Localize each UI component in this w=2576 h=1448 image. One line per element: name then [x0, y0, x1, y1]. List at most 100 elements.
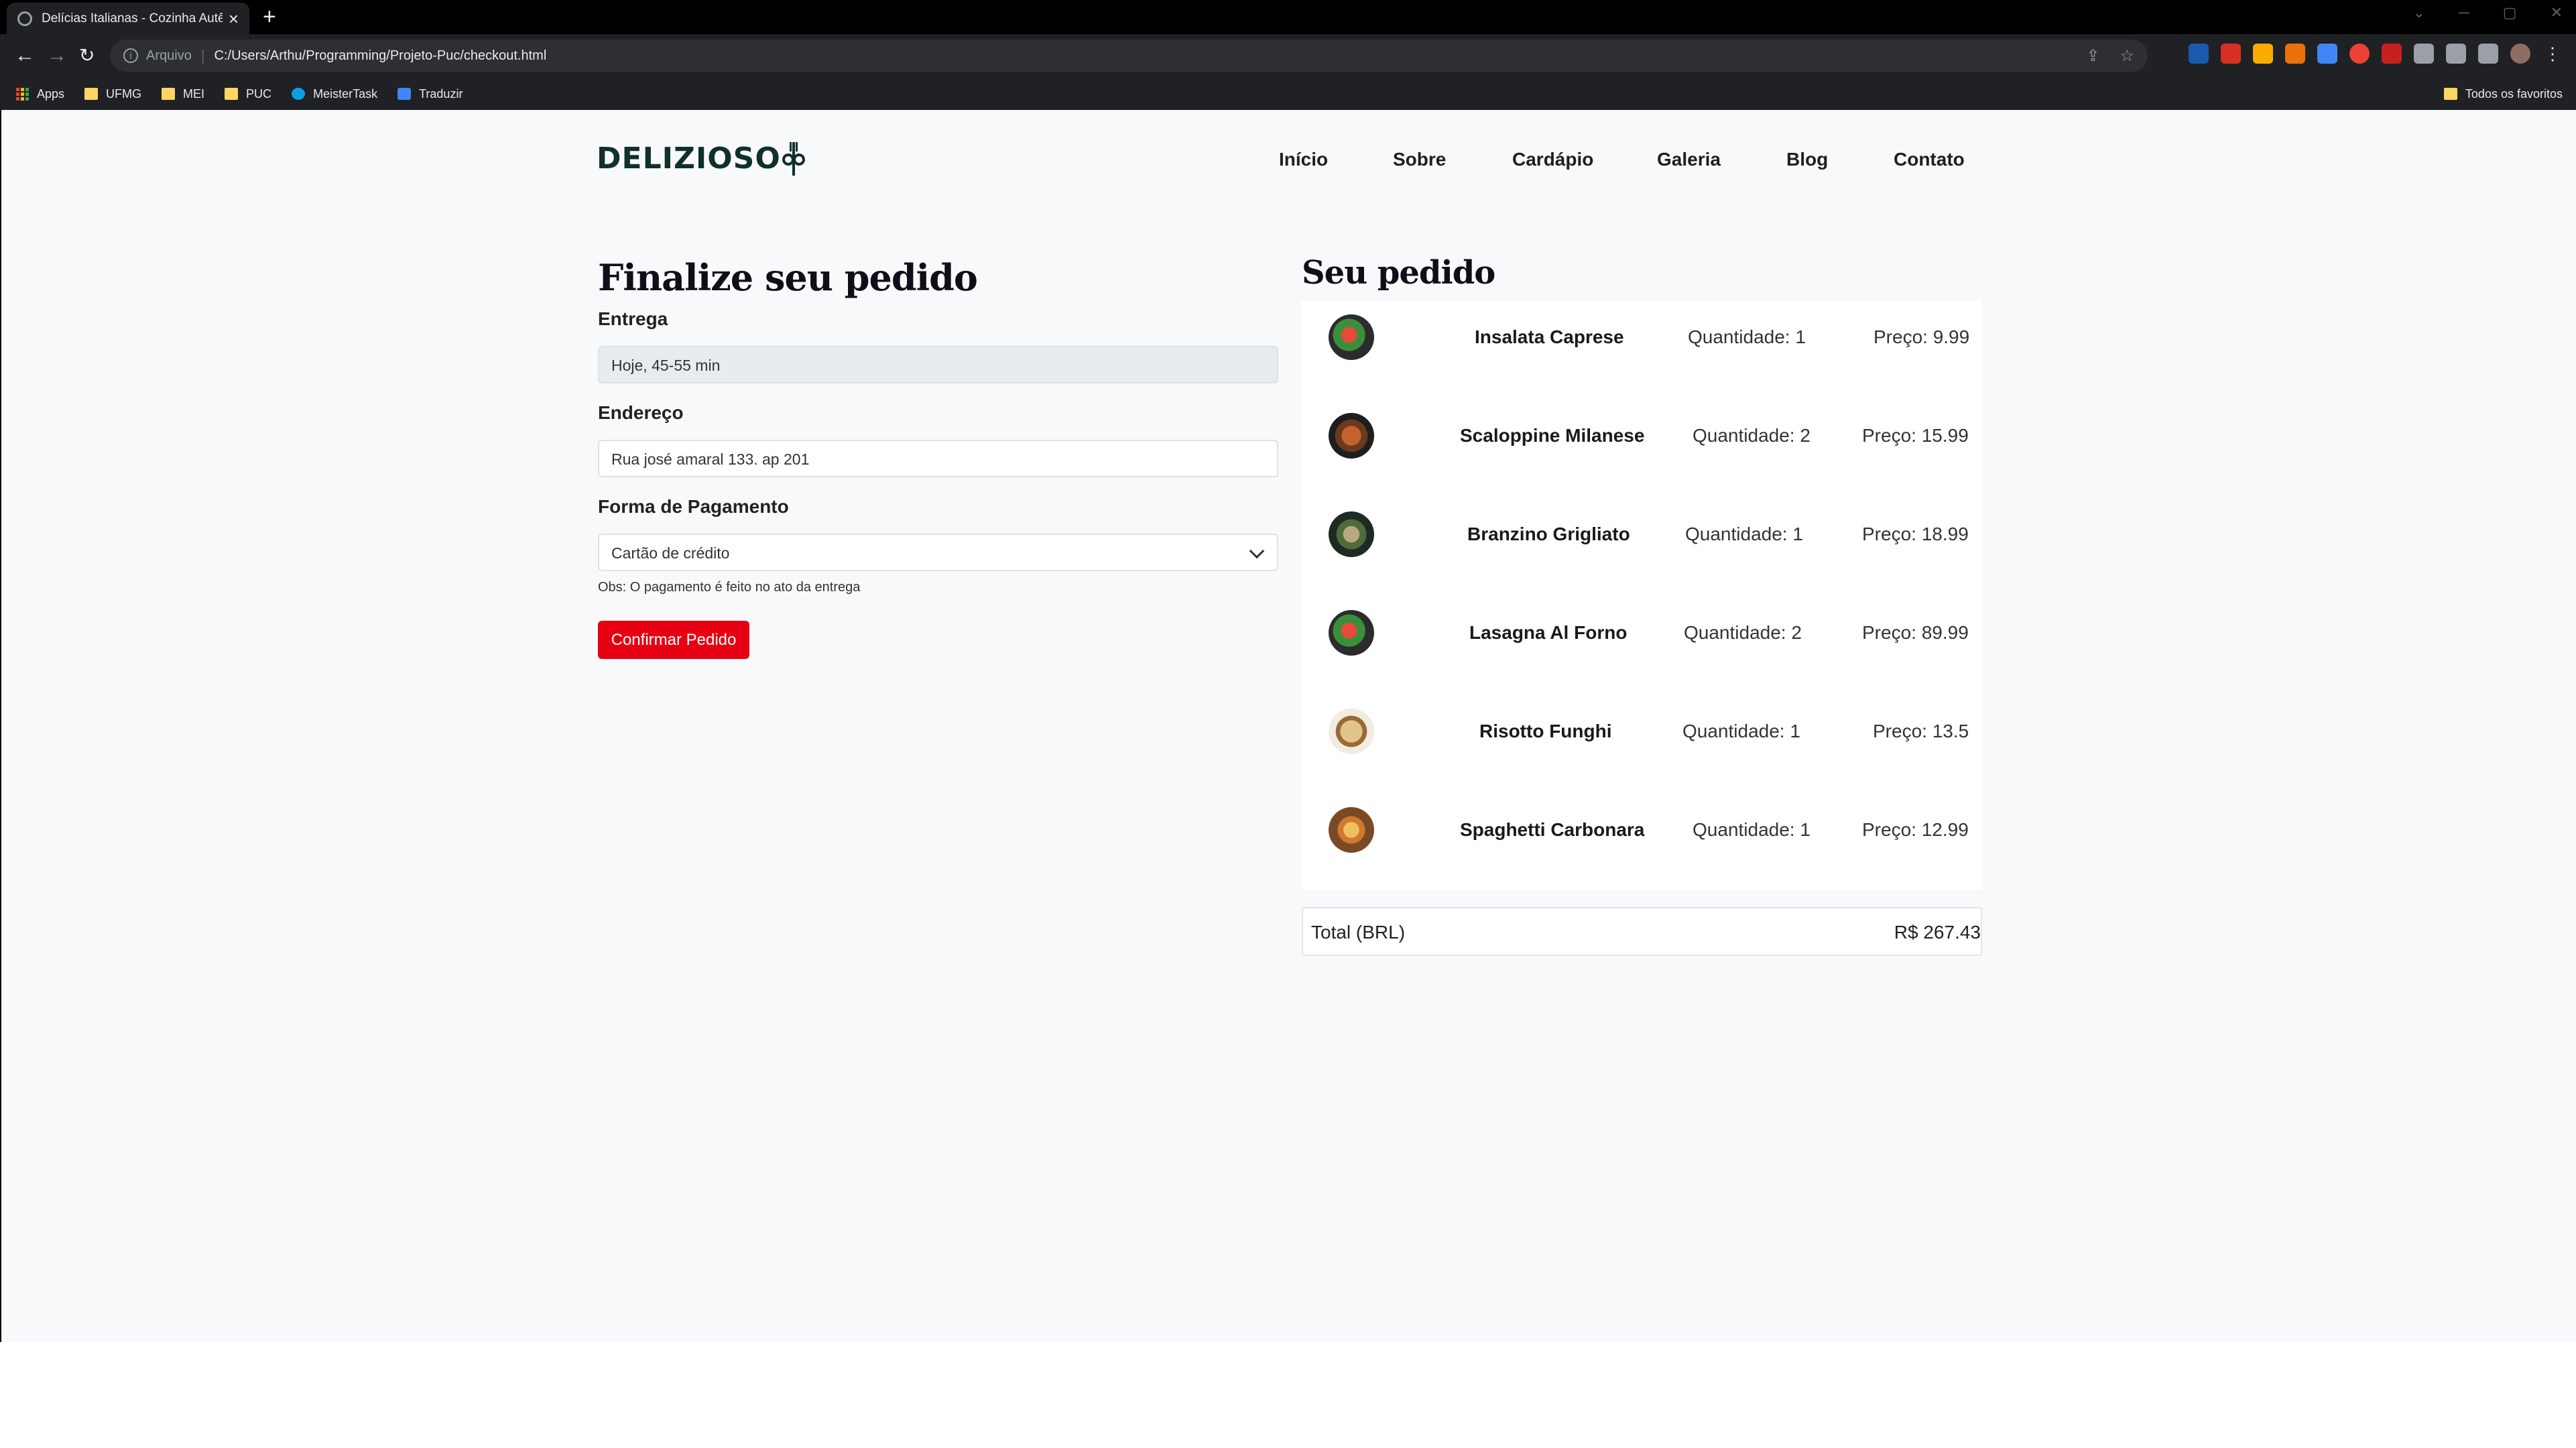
close-window-icon[interactable]: ✕ [2551, 4, 2563, 21]
address-field[interactable]: Rua josé amaral 133. ap 201 [598, 440, 1278, 477]
checkout-title: Finalize seu pedido [598, 256, 978, 299]
nav-contato[interactable]: Contato [1894, 149, 1965, 170]
payment-label: Forma de Pagamento [598, 496, 789, 517]
folder-icon [225, 88, 239, 100]
dish-image [1329, 314, 1374, 360]
page-viewport: DELIZIOSO Início Sobre Cardápio Galeria … [1, 110, 2576, 1445]
tab-title: Delícias Italianas - Cozinha Autê [42, 11, 223, 25]
translate-icon [397, 88, 412, 100]
list-item: Spaghetti Carbonara Quantidade: 1 Preço:… [1302, 794, 1982, 861]
payment-value: Cartão de crédito [611, 544, 730, 562]
extension-icon[interactable] [2382, 44, 2402, 64]
tab-search-icon[interactable]: ⌄ [2413, 4, 2425, 21]
dish-name: Risotto Funghi [1479, 721, 1612, 741]
menu-icon[interactable]: ⋮ [2542, 44, 2563, 64]
all-bookmarks-label: Todos os favoritos [2465, 86, 2563, 101]
url-text[interactable]: C:/Users/Arthu/Programming/Projeto-Puc/c… [214, 48, 547, 64]
payment-select[interactable]: Cartão de crédito [598, 534, 1278, 571]
list-item: Scaloppine Milanese Quantidade: 2 Preço:… [1302, 400, 1982, 467]
nav-blog[interactable]: Blog [1786, 149, 1828, 170]
new-tab-icon[interactable]: + [263, 5, 276, 28]
browser-toolbar: ← → ↻ i Arquivo | C:/Users/Arthu/Program… [0, 34, 2576, 78]
list-item: Insalata Caprese Quantidade: 1 Preço: 9.… [1302, 301, 1982, 368]
bookmark-puc[interactable]: PUC [225, 87, 271, 101]
dish-name: Scaloppine Milanese [1460, 425, 1645, 446]
dish-quantity: Quantidade: 1 [1693, 819, 1811, 840]
info-icon[interactable]: i [123, 48, 138, 63]
fork-logo-icon [782, 142, 805, 176]
bookmark-label: UFMG [106, 86, 142, 101]
list-item: Branzino Grigliato Quantidade: 1 Preço: … [1302, 498, 1982, 565]
dish-image [1329, 511, 1374, 557]
bookmark-apps[interactable]: Apps [16, 87, 64, 101]
dish-quantity: Quantidade: 1 [1685, 524, 1803, 544]
folder-icon [84, 88, 99, 100]
extension-icon[interactable] [2317, 44, 2337, 64]
all-bookmarks[interactable]: Todos os favoritos [2443, 78, 2563, 110]
meistertask-icon [292, 88, 306, 100]
avatar[interactable] [2510, 44, 2530, 64]
restore-icon[interactable]: ▢ [2503, 4, 2517, 21]
dish-quantity: Quantidade: 2 [1684, 622, 1802, 643]
dish-image [1329, 807, 1374, 853]
apps-icon [16, 87, 29, 101]
page-bottom [0, 1342, 2576, 1448]
dish-price: Preço: 9.99 [1874, 326, 1970, 347]
puzzle-icon[interactable] [2414, 44, 2434, 64]
nav-inicio[interactable]: Início [1279, 149, 1328, 170]
adblock-icon[interactable] [2221, 44, 2241, 64]
share-icon[interactable]: ⇪ [2086, 46, 2099, 66]
bookmark-label: Traduzir [419, 86, 463, 101]
browser-tabstrip: Delícias Italianas - Cozinha Autê × + ⌄ … [0, 0, 2576, 34]
dish-price: Preço: 13.5 [1873, 721, 1969, 741]
url-separator: | [200, 47, 205, 64]
dish-price: Preço: 15.99 [1862, 425, 1969, 446]
folder-icon [2443, 88, 2457, 100]
close-tab-icon[interactable]: × [229, 10, 239, 27]
site-logo[interactable]: DELIZIOSO [597, 139, 805, 177]
nav-cardapio[interactable]: Cardápio [1512, 149, 1593, 170]
nav-galeria[interactable]: Galeria [1657, 149, 1721, 170]
chevron-down-icon [1249, 543, 1265, 559]
dish-name: Insalata Caprese [1475, 326, 1624, 347]
list-item: Lasagna Al Forno Quantidade: 2 Preço: 89… [1302, 597, 1982, 664]
total-value: R$ 267.43 [1894, 922, 1981, 943]
forward-icon[interactable]: → [47, 43, 67, 68]
extension-icon[interactable] [2253, 44, 2273, 64]
dish-price: Preço: 89.99 [1862, 622, 1969, 643]
confirm-order-button[interactable]: Confirmar Pedido [598, 621, 749, 659]
bookmarks-bar: Apps UFMG MEI PUC MeisterTask Traduzir T… [0, 78, 2576, 110]
dish-image [1329, 413, 1374, 459]
dish-quantity: Quantidade: 1 [1682, 721, 1800, 741]
extension-icon[interactable] [2285, 44, 2305, 64]
dish-name: Spaghetti Carbonara [1460, 819, 1645, 840]
nav-sobre[interactable]: Sobre [1393, 149, 1446, 170]
back-icon[interactable]: ← [15, 43, 35, 68]
extension-icon[interactable] [2349, 44, 2370, 64]
bookmark-star-icon[interactable]: ☆ [2120, 46, 2134, 66]
extension-icon[interactable] [2189, 44, 2209, 64]
bookmark-traduzir[interactable]: Traduzir [397, 87, 463, 101]
bookmark-label: Apps [37, 86, 65, 101]
dish-price: Preço: 18.99 [1862, 524, 1969, 544]
sidebar-icon[interactable] [2478, 44, 2498, 64]
bookmark-meistertask[interactable]: MeisterTask [292, 87, 377, 101]
dish-quantity: Quantidade: 2 [1693, 425, 1811, 446]
browser-tab[interactable]: Delícias Italianas - Cozinha Autê × [7, 3, 249, 34]
total-label: Total (BRL) [1311, 922, 1406, 943]
bookmark-label: MeisterTask [313, 86, 378, 101]
dish-name: Branzino Grigliato [1467, 524, 1630, 544]
minimize-icon[interactable]: ─ [2459, 4, 2469, 21]
bookmark-mei[interactable]: MEI [162, 87, 204, 101]
download-icon[interactable] [2446, 44, 2466, 64]
globe-icon [17, 11, 32, 26]
bookmark-ufmg[interactable]: UFMG [84, 87, 141, 101]
delivery-value: Hoje, 45-55 min [611, 357, 721, 374]
logo-text: DELIZIOSO [597, 141, 781, 176]
dish-name: Lasagna Al Forno [1469, 622, 1628, 643]
payment-note: Obs: O pagamento é feito no ato da entre… [598, 580, 861, 595]
address-bar[interactable]: i Arquivo | C:/Users/Arthu/Programming/P… [110, 40, 2148, 72]
delivery-label: Entrega [598, 308, 668, 329]
dish-price: Preço: 12.99 [1862, 819, 1969, 840]
reload-icon[interactable]: ↻ [79, 43, 95, 68]
